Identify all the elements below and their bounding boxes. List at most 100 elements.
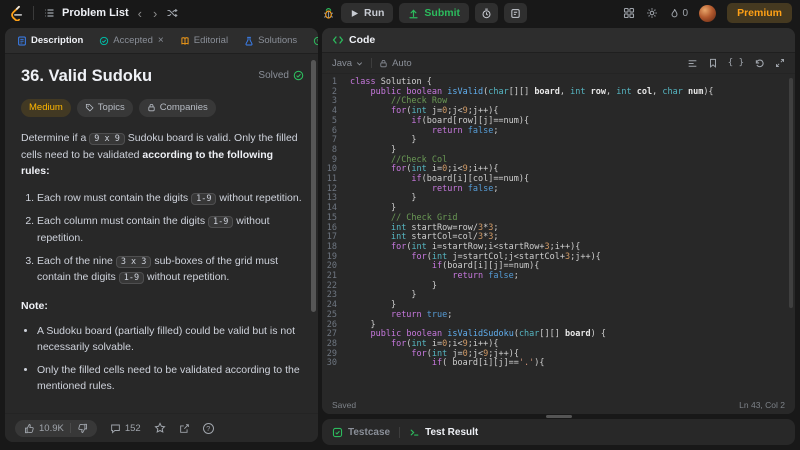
description-tab-bar: Description Accepted × Editorial Solutio… (5, 28, 318, 54)
notes-button[interactable] (504, 3, 528, 23)
lock-icon (148, 104, 155, 112)
code-tab-label[interactable]: Code (349, 34, 375, 46)
problem-intro: Determine if a 9 x 9 Sudoku board is val… (21, 132, 298, 177)
saved-indicator: Saved (332, 400, 357, 410)
chevron-down-icon (357, 61, 363, 65)
snippets-icon[interactable]: { } (728, 58, 744, 68)
code-editor-panel: Code Java Auto { } 1 class Solution {2 pu… (322, 28, 795, 414)
code-panel-header: Code (322, 28, 795, 53)
auto-complete-toggle[interactable]: Auto (379, 58, 412, 69)
history-icon (313, 36, 318, 45)
tag-icon (85, 104, 94, 112)
format-code-icon[interactable] (687, 58, 698, 69)
submit-label: Submit (424, 7, 461, 19)
timer-icon (482, 8, 491, 18)
problem-title: 36. Valid Sudoku (21, 67, 153, 85)
top-navigation-bar: Problem List ‹ › Run Submit 0 Premium (0, 0, 800, 26)
lock-icon (380, 59, 387, 67)
editor-toolbar: Java Auto { } (322, 53, 795, 74)
companies-badge[interactable]: Companies (138, 98, 216, 118)
divider (33, 6, 34, 20)
rule-item: Each column must contain the digits 1-9 … (37, 213, 304, 246)
notes-list: A Sudoku board (partially filled) could … (37, 323, 304, 395)
leetcode-logo[interactable] (8, 5, 24, 21)
code-line[interactable]: 30 if( board[i][j]=='.'){ (322, 359, 795, 369)
problem-list-icon[interactable] (43, 7, 55, 19)
code-line[interactable]: 25 return true; (322, 310, 795, 321)
user-avatar[interactable] (699, 4, 717, 22)
tab-solutions[interactable]: Solutions (238, 28, 303, 53)
note-item: A Sudoku board (partially filled) could … (37, 323, 304, 356)
flame-icon (671, 8, 677, 17)
vote-widget: 10.9K (15, 419, 97, 437)
shuffle-icon[interactable] (166, 7, 178, 19)
tab-submissions[interactable]: Submissions (307, 28, 318, 53)
run-label: Run (364, 7, 385, 19)
share-icon (179, 423, 189, 433)
tab-test-result[interactable]: Test Result (409, 427, 478, 438)
notes-icon (511, 8, 520, 18)
description-panel: Description Accepted × Editorial Solutio… (5, 28, 318, 442)
description-scrollbar[interactable] (311, 60, 316, 312)
question-icon: ? (202, 422, 214, 434)
comment-count: 152 (124, 422, 141, 434)
submit-button[interactable]: Submit (399, 3, 470, 23)
like-count: 10.9K (39, 422, 64, 434)
comment-icon (111, 424, 120, 434)
bookmark-icon[interactable] (708, 58, 718, 68)
flask-icon (245, 36, 253, 45)
like-button[interactable]: 10.9K (24, 423, 64, 434)
tab-description[interactable]: Description (11, 28, 89, 53)
reset-code-icon[interactable] (754, 58, 765, 69)
terminal-icon (410, 429, 419, 436)
feedback-button[interactable]: ? (202, 422, 214, 434)
code-icon (332, 36, 344, 44)
prev-problem-button[interactable]: ‹ (136, 7, 144, 20)
topics-badge[interactable]: Topics (76, 98, 133, 118)
book-icon (181, 36, 189, 45)
run-button[interactable]: Run (341, 3, 394, 23)
settings-gear-icon[interactable] (646, 7, 658, 19)
accepted-icon (100, 36, 109, 45)
language-selector[interactable]: Java (332, 58, 364, 69)
solved-status-badge: Solved (258, 68, 304, 84)
share-button[interactable] (179, 423, 190, 434)
tab-testcase[interactable]: Testcase (332, 427, 390, 438)
premium-button[interactable]: Premium (727, 3, 792, 23)
check-square-icon (332, 427, 343, 437)
tab-editorial[interactable]: Editorial (174, 28, 234, 53)
star-icon (154, 422, 166, 433)
close-tab-icon[interactable]: × (158, 35, 164, 46)
rules-list: Each row must contain the digits 1-9 wit… (37, 190, 304, 285)
thumbs-up-icon (25, 423, 34, 433)
difficulty-badge[interactable]: Medium (21, 98, 71, 118)
editor-status-bar: Saved Ln 43, Col 2 (322, 396, 795, 414)
panel-resize-handle[interactable] (546, 415, 572, 418)
check-circle-icon (293, 70, 304, 81)
fullscreen-icon[interactable] (775, 58, 785, 68)
comments-button[interactable]: 152 (110, 423, 141, 434)
editor-scrollbar[interactable] (789, 78, 793, 308)
streak-counter[interactable]: 0 (669, 7, 689, 19)
thumbs-down-icon (78, 423, 87, 433)
rule-item: Each of the nine 3 x 3 sub-boxes of the … (37, 253, 304, 286)
timer-button[interactable] (475, 3, 499, 23)
line-number: 30 (326, 358, 337, 369)
dislike-button[interactable] (77, 423, 88, 434)
debugger-icon[interactable] (322, 7, 335, 20)
problem-content: 36. Valid Sudoku Solved Medium Topics Co… (5, 54, 318, 442)
streak-count: 0 (682, 7, 689, 19)
note-heading: Note: (21, 300, 48, 313)
code-editor[interactable]: 1 class Solution {2 public boolean isVali… (322, 74, 795, 369)
cursor-position[interactable]: Ln 43, Col 2 (739, 400, 785, 410)
next-problem-button[interactable]: › (151, 7, 159, 20)
console-panel: Testcase Test Result (322, 419, 795, 445)
play-icon (351, 9, 359, 17)
layout-icon[interactable] (623, 7, 635, 19)
upload-icon (409, 9, 419, 18)
document-icon (18, 36, 26, 46)
problem-list-button[interactable]: Problem List (62, 7, 129, 19)
favorite-button[interactable] (154, 422, 166, 434)
note-item: Only the filled cells need to be validat… (37, 362, 304, 395)
tab-accepted[interactable]: Accepted × (93, 28, 169, 53)
